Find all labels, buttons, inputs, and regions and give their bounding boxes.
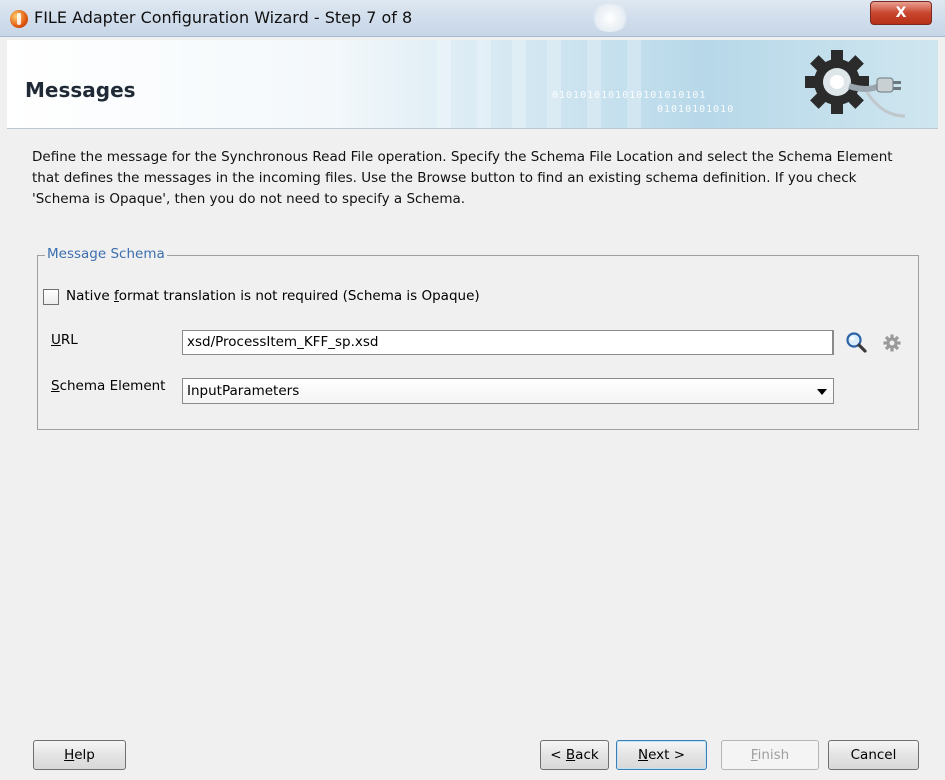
next-mnemonic: N bbox=[637, 747, 649, 763]
close-button[interactable]: X bbox=[870, 1, 932, 25]
window-title: FILE Adapter Configuration Wizard - Step… bbox=[34, 8, 413, 27]
message-schema-group: Message Schema Native format translation… bbox=[37, 246, 919, 430]
schema-element-label: Schema Element bbox=[51, 378, 165, 394]
next-button[interactable]: Next > bbox=[616, 740, 707, 770]
back-button[interactable]: < Back bbox=[540, 740, 609, 770]
header-stripe bbox=[587, 40, 601, 128]
next-label: ext > bbox=[648, 747, 686, 763]
settings-gear-icon[interactable] bbox=[883, 334, 901, 352]
schema-element-value: InputParameters bbox=[187, 383, 300, 399]
back-label: ack bbox=[575, 747, 599, 763]
help-button[interactable]: Help bbox=[33, 740, 126, 770]
schema-element-select[interactable]: InputParameters bbox=[182, 378, 834, 404]
gear-plug-icon bbox=[805, 50, 906, 118]
header-stripe bbox=[437, 40, 451, 128]
url-input[interactable]: xsd/ProcessItem_KFF_sp.xsd bbox=[182, 330, 834, 355]
wizard-header: Messages 0101010101010101010101 01010101… bbox=[7, 40, 938, 129]
title-decoration bbox=[590, 4, 630, 32]
url-label-mnemonic: U bbox=[51, 332, 61, 348]
binary-decoration: 01010101010 bbox=[657, 104, 735, 115]
finish-button[interactable]: Finish bbox=[721, 740, 819, 770]
opaque-label-rest: ormat translation is not required (Schem… bbox=[118, 288, 480, 304]
schema-label-mnemonic: S bbox=[51, 378, 60, 394]
browse-search-icon[interactable] bbox=[844, 330, 868, 354]
help-label: elp bbox=[74, 747, 95, 763]
step-description: Define the message for the Synchronous R… bbox=[32, 149, 893, 207]
title-bar: FILE Adapter Configuration Wizard - Step… bbox=[0, 0, 945, 37]
opaque-schema-checkbox[interactable] bbox=[43, 289, 59, 305]
opaque-schema-label[interactable]: Native format translation is not require… bbox=[66, 288, 480, 304]
back-prefix: < bbox=[550, 747, 566, 763]
url-label-rest: RL bbox=[60, 332, 78, 348]
cancel-button[interactable]: Cancel bbox=[828, 740, 919, 770]
finish-mnemonic: F bbox=[750, 747, 758, 763]
schema-label-rest: chema Element bbox=[59, 378, 166, 394]
app-icon bbox=[10, 10, 28, 28]
header-stripe bbox=[627, 40, 641, 128]
help-mnemonic: H bbox=[64, 747, 75, 763]
group-legend: Message Schema bbox=[45, 246, 167, 262]
dropdown-arrow-icon bbox=[817, 389, 827, 395]
back-mnemonic: B bbox=[565, 747, 576, 763]
binary-decoration: 0101010101010101010101 bbox=[552, 90, 707, 101]
close-icon: X bbox=[895, 5, 907, 21]
page-title: Messages bbox=[25, 78, 136, 102]
url-label: URL bbox=[51, 332, 78, 348]
header-stripe bbox=[477, 40, 491, 128]
header-stripe bbox=[547, 40, 561, 128]
finish-label: inish bbox=[757, 747, 790, 763]
opaque-label-prefix: Native bbox=[66, 288, 115, 304]
header-stripe bbox=[512, 40, 526, 128]
